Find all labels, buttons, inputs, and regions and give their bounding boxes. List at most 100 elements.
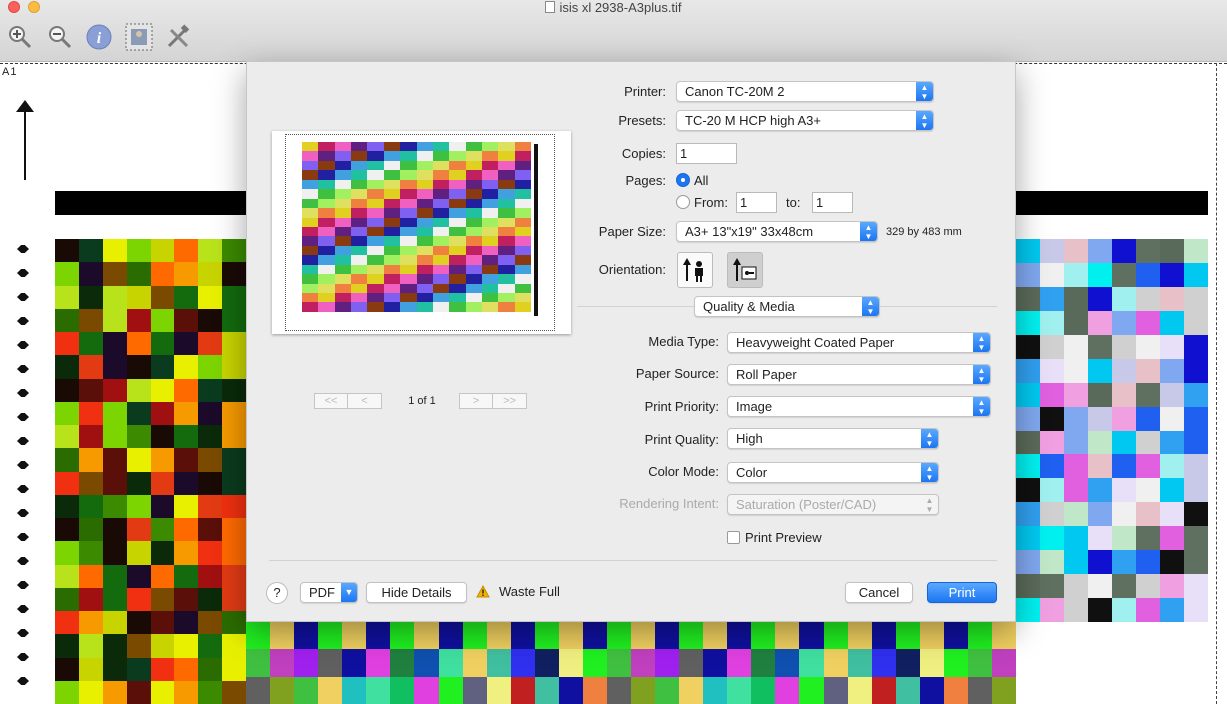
- swatch-column: [102, 239, 127, 704]
- copies-field[interactable]: 1: [676, 143, 737, 164]
- print-preview-checkbox[interactable]: [727, 531, 740, 544]
- zoom-out-icon[interactable]: [45, 22, 75, 52]
- preview-cell: [465, 198, 482, 209]
- swatch-cell: [150, 378, 175, 402]
- preview-cell: [416, 226, 433, 237]
- swatch-cell: [174, 518, 199, 542]
- swatch-cell: [174, 308, 199, 332]
- swatch-cell: [582, 622, 607, 650]
- next-page-button[interactable]: >: [459, 393, 493, 409]
- swatch-cell: [486, 676, 511, 704]
- swatch-cell: [1064, 358, 1088, 383]
- info-icon[interactable]: i: [84, 22, 114, 52]
- swatch-cell: [126, 448, 151, 472]
- preview-cell: [383, 226, 401, 237]
- swatch-cell: [222, 425, 246, 449]
- swatch-cell: [895, 622, 920, 650]
- pages-range-radio[interactable]: [676, 195, 690, 209]
- swatch-cell: [222, 239, 246, 263]
- swatch-cell: [342, 676, 367, 704]
- preview-cell: [400, 179, 417, 190]
- swatch-cell: [967, 676, 992, 704]
- preview-cell: [351, 160, 368, 171]
- swatch-cell: [342, 622, 367, 650]
- pages-from-field[interactable]: 1: [736, 192, 777, 213]
- swatch-cell: [55, 518, 79, 542]
- media-type-select[interactable]: Heavyweight Coated Paper ▲ ▼: [727, 332, 991, 353]
- zoom-in-icon[interactable]: [5, 22, 35, 52]
- tools-icon[interactable]: [163, 22, 193, 52]
- preview-cell: [481, 302, 499, 312]
- swatch-cell: [847, 622, 872, 650]
- swatch-cell: [534, 649, 559, 677]
- swatch-cell: [174, 285, 199, 309]
- swatch-cell: [1160, 550, 1184, 575]
- pdf-menu-button[interactable]: PDF ▼: [300, 582, 358, 603]
- swatch-cell: [390, 622, 415, 650]
- warning-text: Waste Full: [499, 584, 560, 599]
- preview-cell: [498, 226, 515, 237]
- preview-cell: [416, 189, 433, 199]
- swatch-cell: [1064, 239, 1088, 263]
- preview-cell: [351, 170, 368, 180]
- page-count: 1 of 1: [408, 395, 436, 407]
- swatch-cell: [198, 634, 223, 658]
- preview-cell: [302, 236, 319, 246]
- prev-page-button[interactable]: <: [348, 393, 382, 409]
- first-page-button[interactable]: <<: [314, 393, 348, 409]
- preview-cell: [334, 302, 352, 312]
- print-button[interactable]: Print: [927, 582, 997, 603]
- swatch-cell: [150, 494, 175, 518]
- swatch-column: [1160, 239, 1184, 622]
- swatch-cell: [1016, 286, 1040, 311]
- swatch-column: [1064, 239, 1088, 622]
- preview-cell: [351, 189, 368, 199]
- color-mode-select[interactable]: Color ▲ ▼: [727, 462, 939, 483]
- preview-cell: [302, 255, 319, 265]
- preview-row: [302, 283, 532, 293]
- orientation-portrait-button[interactable]: [677, 252, 713, 288]
- printer-select[interactable]: Canon TC-20M 2 ▲ ▼: [676, 81, 934, 102]
- pages-to-field[interactable]: 1: [812, 192, 853, 213]
- last-page-button[interactable]: >>: [493, 393, 527, 409]
- pages-all-radio[interactable]: [676, 173, 690, 187]
- help-button[interactable]: ?: [266, 582, 288, 604]
- hide-details-button[interactable]: Hide Details: [366, 582, 467, 603]
- swatch-cell: [1112, 502, 1136, 527]
- preview-cell: [432, 274, 450, 284]
- preview-cell: [465, 217, 482, 227]
- preview-cell: [514, 151, 532, 161]
- preview-cell: [351, 208, 368, 218]
- preview-cell: [383, 217, 401, 227]
- paper-size-value: A3+ 13"x19" 33x48cm: [685, 224, 814, 239]
- preview-row: [302, 179, 532, 190]
- swatch-cell: [78, 262, 103, 286]
- preview-cell: [481, 293, 499, 303]
- swatch-cell: [751, 649, 776, 677]
- print-quality-select[interactable]: High ▲ ▼: [727, 428, 939, 449]
- swatch-column: [486, 622, 511, 704]
- cancel-button[interactable]: Cancel: [845, 582, 913, 603]
- preview-cell: [302, 151, 319, 161]
- paper-size-select[interactable]: A3+ 13"x19" 33x48cm ▲ ▼: [676, 221, 878, 242]
- swatch-column: [703, 622, 728, 704]
- print-priority-select[interactable]: Image ▲ ▼: [727, 396, 991, 417]
- swatch-cell: [558, 649, 583, 677]
- thumbnail-icon[interactable]: [124, 22, 154, 52]
- paper-source-select[interactable]: Roll Paper ▲ ▼: [727, 364, 991, 385]
- section-select[interactable]: Quality & Media ▲ ▼: [694, 296, 880, 317]
- swatch-column: [1088, 239, 1112, 622]
- preview-cell: [400, 236, 417, 246]
- swatch-cell: [1184, 262, 1208, 287]
- chevron-updown-icon: ▲ ▼: [921, 429, 938, 448]
- preview-cell: [449, 170, 466, 180]
- presets-select[interactable]: TC-20 M HCP high A3+ ▲ ▼: [676, 110, 934, 131]
- swatch-cell: [1112, 574, 1136, 599]
- preview-cell: [498, 189, 515, 199]
- orientation-landscape-button[interactable]: [727, 252, 763, 288]
- swatch-cell: [1160, 478, 1184, 503]
- swatch-cell: [1136, 454, 1160, 479]
- preview-cell: [302, 264, 319, 275]
- preview-cell: [351, 198, 368, 209]
- swatch-cell: [895, 649, 920, 677]
